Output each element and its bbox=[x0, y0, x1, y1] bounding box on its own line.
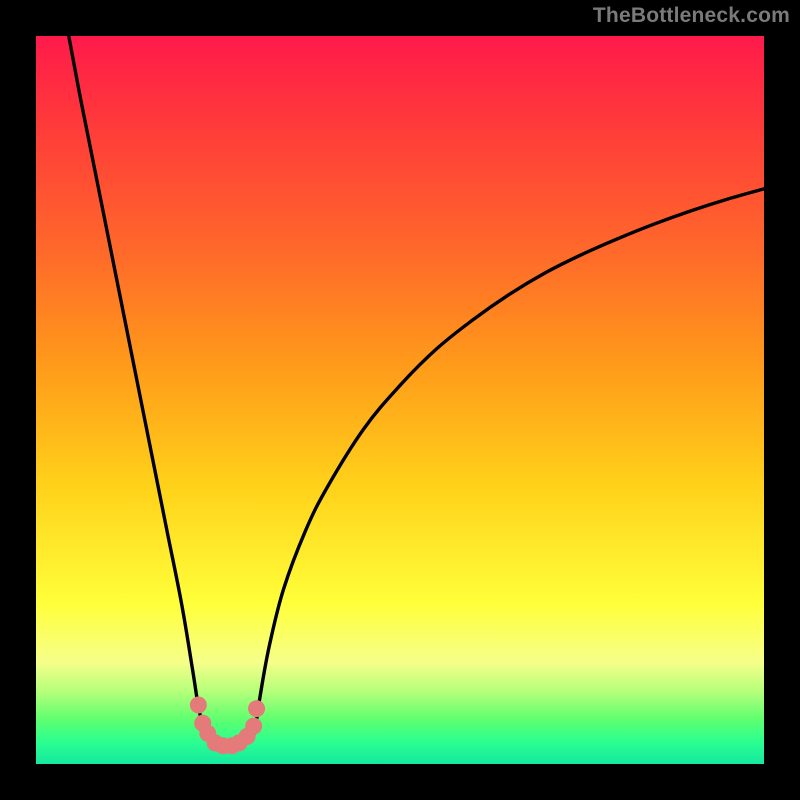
marker-point bbox=[245, 718, 262, 735]
chart-svg bbox=[36, 36, 764, 764]
chart-plot-area bbox=[36, 36, 764, 764]
marker-point bbox=[248, 700, 265, 717]
marker-point bbox=[190, 697, 207, 714]
watermark-text: TheBottleneck.com bbox=[593, 4, 790, 28]
curve-right-branch bbox=[235, 189, 764, 745]
curve-left-branch bbox=[69, 36, 235, 746]
chart-frame: TheBottleneck.com bbox=[0, 0, 800, 800]
